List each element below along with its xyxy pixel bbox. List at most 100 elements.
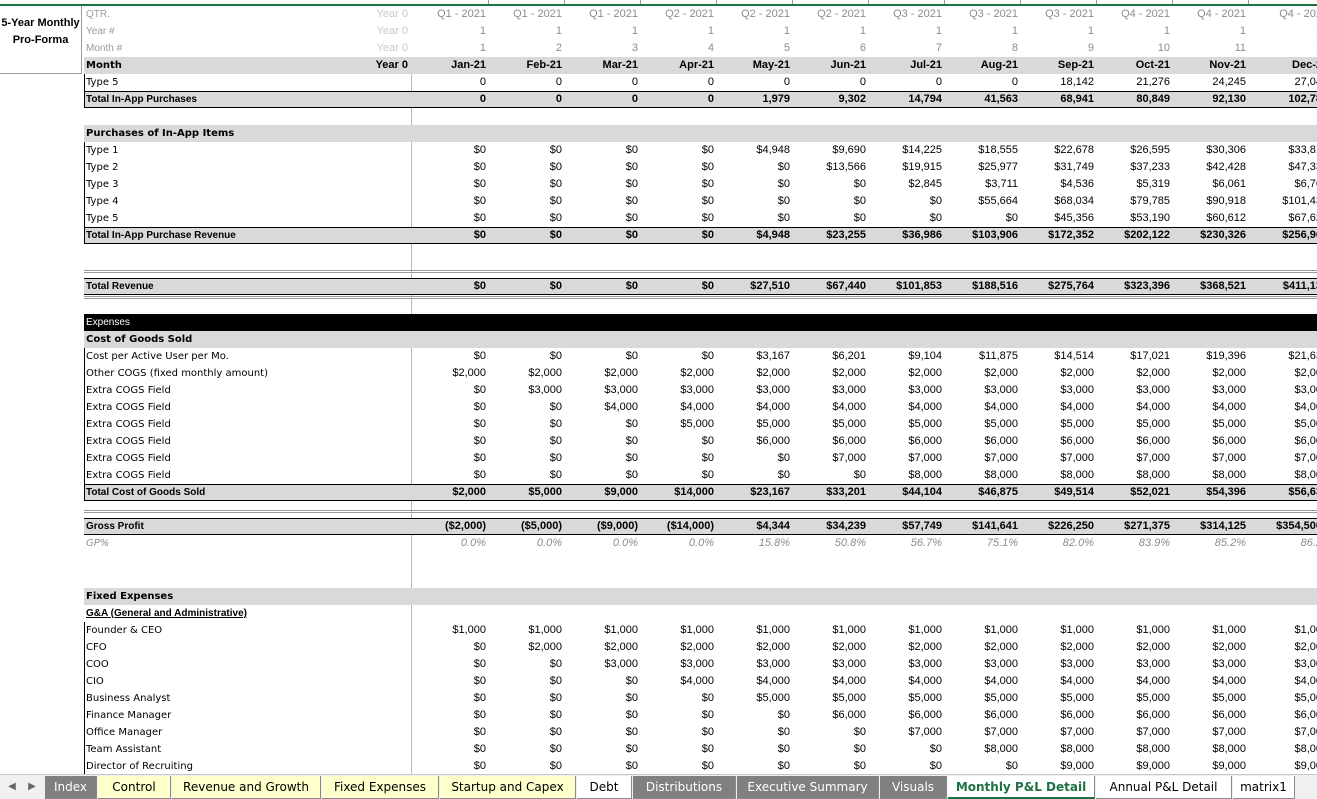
value-cell[interactable]: 0 [642, 91, 714, 108]
value-cell[interactable]: $4,000 [946, 399, 1018, 416]
value-cell[interactable]: $368,521 [1174, 278, 1246, 295]
value-cell[interactable]: $0 [414, 348, 486, 365]
value-cell[interactable]: $3,000 [794, 656, 866, 673]
value-cell[interactable]: $0 [414, 382, 486, 399]
value-cell[interactable]: $1,00 [1250, 622, 1317, 639]
value-cell[interactable]: $8,000 [1174, 467, 1246, 484]
value-cell[interactable]: $79,785 [1098, 193, 1170, 210]
value-cell[interactable]: $49,514 [1022, 484, 1094, 501]
value-cell[interactable]: $6,000 [946, 707, 1018, 724]
value-cell[interactable]: $3,000 [642, 382, 714, 399]
value-cell[interactable]: 21,276 [1098, 74, 1170, 91]
value-cell[interactable]: 0 [870, 74, 942, 91]
value-cell[interactable]: $4,000 [566, 399, 638, 416]
value-cell[interactable]: 82.0% [1022, 535, 1094, 552]
value-cell[interactable]: ($5,000) [490, 518, 562, 535]
value-cell[interactable]: $0 [414, 467, 486, 484]
value-cell[interactable]: $0 [414, 690, 486, 707]
value-cell[interactable]: $0 [870, 758, 942, 774]
value-cell[interactable]: $0 [414, 210, 486, 227]
value-cell[interactable]: $0 [490, 142, 562, 159]
header-cell[interactable]: Q2 - 2021 [642, 6, 714, 23]
header-cell[interactable]: Q4 - 2021 [1174, 6, 1246, 23]
value-cell[interactable]: $9,000 [1022, 758, 1094, 774]
value-cell[interactable]: 9,302 [794, 91, 866, 108]
value-cell[interactable]: $0 [642, 724, 714, 741]
value-cell[interactable]: $7,000 [1022, 724, 1094, 741]
header-cell[interactable]: Q3 - 2021 [946, 6, 1018, 23]
value-cell[interactable]: $4,536 [1022, 176, 1094, 193]
value-cell[interactable]: $0 [566, 758, 638, 774]
value-cell[interactable]: $0 [718, 707, 790, 724]
value-cell[interactable]: 102,78 [1250, 91, 1317, 108]
value-cell[interactable]: 56.7% [870, 535, 942, 552]
value-cell[interactable]: 0 [566, 74, 638, 91]
value-cell[interactable]: $0 [946, 758, 1018, 774]
header-cell[interactable]: 3 [566, 40, 638, 57]
value-cell[interactable]: $5,000 [946, 690, 1018, 707]
value-cell[interactable]: $5,000 [1022, 690, 1094, 707]
tab-annual-p-l-detail[interactable]: Annual P&L Detail [1096, 776, 1232, 799]
value-cell[interactable]: $1,000 [870, 622, 942, 639]
value-cell[interactable]: $4,948 [718, 227, 790, 244]
value-cell[interactable]: $4,00 [1250, 399, 1317, 416]
value-cell[interactable]: $36,986 [870, 227, 942, 244]
header-cell[interactable]: 1 [642, 23, 714, 40]
value-cell[interactable]: $3,000 [642, 656, 714, 673]
value-cell[interactable]: $6,00 [1250, 707, 1317, 724]
value-cell[interactable]: $0 [642, 210, 714, 227]
value-cell[interactable]: $0 [718, 210, 790, 227]
month-column-header[interactable]: Apr-21 [642, 57, 714, 74]
value-cell[interactable]: $0 [490, 741, 562, 758]
value-cell[interactable]: $4,000 [1098, 673, 1170, 690]
value-cell[interactable]: $33,201 [794, 484, 866, 501]
value-cell[interactable]: $5,000 [794, 416, 866, 433]
value-cell[interactable]: $23,255 [794, 227, 866, 244]
value-cell[interactable]: $2,000 [1098, 365, 1170, 382]
value-cell[interactable]: $9,104 [870, 348, 942, 365]
value-cell[interactable]: $9,000 [566, 484, 638, 501]
value-cell[interactable]: $0 [794, 193, 866, 210]
value-cell[interactable]: $0 [642, 159, 714, 176]
value-cell[interactable]: $4,000 [718, 399, 790, 416]
value-cell[interactable]: $256,96 [1250, 227, 1317, 244]
value-cell[interactable]: $0 [566, 690, 638, 707]
value-cell[interactable]: $23,167 [718, 484, 790, 501]
value-cell[interactable]: $2,000 [490, 639, 562, 656]
month-column-header[interactable]: Sep-21 [1022, 57, 1094, 74]
value-cell[interactable]: $101,853 [870, 278, 942, 295]
header-cell[interactable]: 1 [718, 23, 790, 40]
value-cell[interactable]: $2,000 [490, 365, 562, 382]
value-cell[interactable]: $0 [490, 707, 562, 724]
value-cell[interactable]: $0 [414, 741, 486, 758]
month-column-header[interactable]: Dec-2 [1250, 57, 1317, 74]
value-cell[interactable]: $0 [642, 278, 714, 295]
value-cell[interactable]: $2,00 [1250, 365, 1317, 382]
value-cell[interactable]: ($9,000) [566, 518, 638, 535]
value-cell[interactable]: $5,000 [718, 690, 790, 707]
spreadsheet-grid[interactable]: 5-Year Monthly Pro-Forma QTR. Year 0 Q1 - … [0, 0, 1317, 774]
value-cell[interactable]: $7,00 [1250, 724, 1317, 741]
value-cell[interactable]: $7,000 [1098, 450, 1170, 467]
value-cell[interactable]: $0 [566, 278, 638, 295]
value-cell[interactable]: $4,000 [1098, 399, 1170, 416]
value-cell[interactable]: $7,000 [1022, 450, 1094, 467]
tab-control[interactable]: Control [98, 776, 171, 799]
value-cell[interactable]: $0 [718, 176, 790, 193]
value-cell[interactable]: $0 [566, 741, 638, 758]
tab-scroll-right-icon[interactable]: ▶ [22, 776, 42, 799]
value-cell[interactable]: $2,000 [1098, 639, 1170, 656]
value-cell[interactable]: $172,352 [1022, 227, 1094, 244]
month-column-header[interactable]: Aug-21 [946, 57, 1018, 74]
value-cell[interactable]: $0 [414, 758, 486, 774]
value-cell[interactable]: $57,749 [870, 518, 942, 535]
value-cell[interactable]: $7,00 [1250, 450, 1317, 467]
value-cell[interactable]: 0.0% [566, 535, 638, 552]
value-cell[interactable]: $46,875 [946, 484, 1018, 501]
value-cell[interactable]: $4,000 [1174, 673, 1246, 690]
value-cell[interactable]: $0 [642, 450, 714, 467]
value-cell[interactable]: $0 [566, 707, 638, 724]
value-cell[interactable]: $0 [490, 758, 562, 774]
value-cell[interactable]: $0 [414, 724, 486, 741]
value-cell[interactable]: $0 [566, 467, 638, 484]
